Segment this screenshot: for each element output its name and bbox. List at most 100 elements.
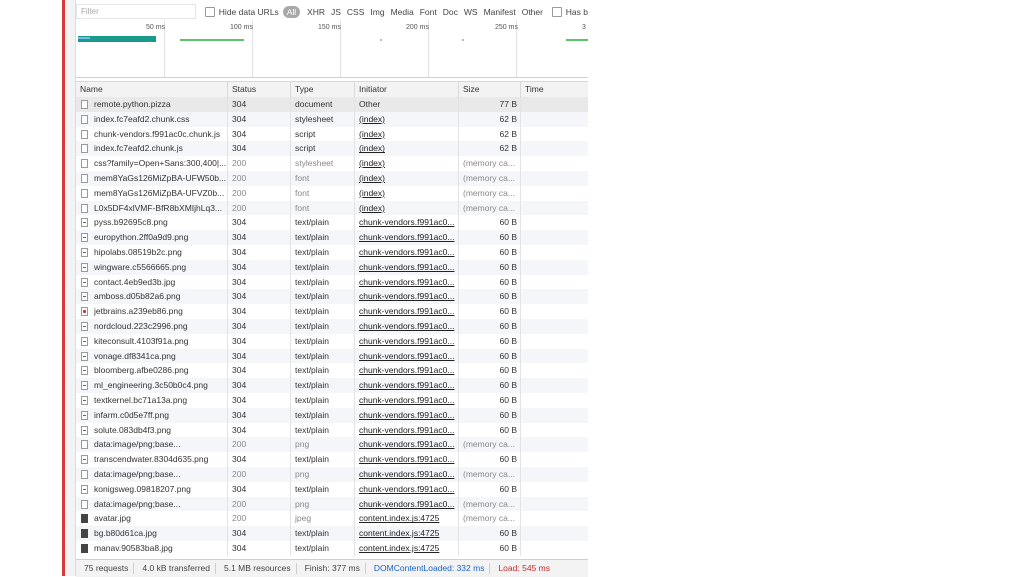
initiator-link[interactable]: chunk-vendors.f991ac0... [359,351,454,361]
initiator-link[interactable]: chunk-vendors.f991ac0... [359,380,454,390]
type-filter-ws[interactable]: WS [461,7,481,17]
request-row[interactable]: contact.4eb9ed3b.jpg 304 text/plain chunk-v… [76,274,588,290]
initiator-link[interactable]: chunk-vendors.f991ac0... [359,291,454,301]
request-row[interactable]: remote.python.pizza 304 document Other 77 B [76,97,588,112]
request-row[interactable]: chunk-vendors.f991ac0c.chunk.js 304 script… [76,126,588,142]
column-header-initiator[interactable]: Initiator [355,82,459,97]
initiator-link[interactable]: content.index.js:4725 [359,513,439,523]
initiator-link[interactable]: content.index.js:4725 [359,543,439,553]
request-name: kiteconsult.4103f91a.png [76,333,228,349]
request-row[interactable]: data:image/png;base... 200 png chunk-vendor… [76,437,588,453]
request-row[interactable]: avatar.jpg 200 jpeg content.index.js:4725 (m… [76,511,588,527]
type-filter-other[interactable]: Other [519,7,546,17]
column-header-time[interactable]: Time [521,82,588,97]
request-row[interactable]: europython.2ff0a9d9.png 304 text/plain chun… [76,230,588,245]
request-time [521,363,588,378]
overview-tick: 250 ms [495,24,518,31]
type-filter-font[interactable]: Font [417,7,440,17]
request-size: 60 B [459,215,521,231]
column-header-name[interactable]: Name [76,82,228,97]
request-row[interactable]: index.fc7eafd2.chunk.js 304 script (index) 6… [76,141,588,157]
request-row[interactable]: ml_engineering.3c50b0c4.png 304 text/plain… [76,378,588,393]
initiator-link[interactable]: chunk-vendors.f991ac0... [359,395,454,405]
initiator-link[interactable]: (index) [359,188,385,198]
initiator-link[interactable]: (index) [359,158,385,168]
initiator-link[interactable]: chunk-vendors.f991ac0... [359,247,454,257]
request-row[interactable]: konigsweg.09818207.png 304 text/plain chunk… [76,481,588,497]
column-header-type[interactable]: Type [291,82,355,97]
timeline-overview[interactable]: 50 ms 100 ms 150 ms 200 ms 250 ms 3 [76,20,588,78]
request-row[interactable]: mem8YaGs126MiZpBA-UFW50b... 200 font (index… [76,170,588,186]
initiator-link[interactable]: (index) [359,203,385,213]
request-row[interactable]: wingware.c5566665.png 304 text/plain chunk-… [76,259,588,275]
request-row[interactable]: amboss.d05b82a6.png 304 text/plain chunk-ve… [76,289,588,305]
request-row[interactable]: mem8YaGs126MiZpBA-UFVZ0b... 200 font (index… [76,185,588,201]
initiator-link[interactable]: chunk-vendors.f991ac0... [359,306,454,316]
initiator-link[interactable]: chunk-vendors.f991ac0... [359,454,454,464]
initiator-link[interactable]: (index) [359,173,385,183]
request-row[interactable]: jetbrains.a239eb86.png 304 text/plain chunk… [76,304,588,319]
type-filter-js[interactable]: JS [328,7,344,17]
initiator-link[interactable]: chunk-vendors.f991ac0... [359,336,454,346]
initiator-link[interactable]: chunk-vendors.f991ac0... [359,365,454,375]
initiator-link[interactable]: (index) [359,114,385,124]
initiator-link[interactable]: chunk-vendors.f991ac0... [359,425,454,435]
type-filter-css[interactable]: CSS [344,7,367,17]
request-row[interactable]: manav.90583ba8.jpg 304 text/plain content.i… [76,540,588,556]
initiator-link[interactable]: chunk-vendors.f991ac0... [359,277,454,287]
request-row[interactable]: solute.083db4f3.png 304 text/plain chunk-ve… [76,422,588,438]
initiator-link[interactable]: chunk-vendors.f991ac0... [359,499,454,509]
request-row[interactable]: bloomberg.afbe0286.png 304 text/plain chunk… [76,363,588,379]
request-row[interactable]: nordcloud.223c2996.png 304 text/plain chunk… [76,318,588,334]
request-initiator: Other [355,97,459,112]
request-row[interactable]: L0x5DF4xlVMF-BfR8bXMIjhLq3... 200 font (ind… [76,200,588,216]
initiator-link[interactable]: chunk-vendors.f991ac0... [359,232,454,242]
request-row[interactable]: infarm.c0d5e7ff.png 304 text/plain chunk-ve… [76,407,588,423]
initiator-link[interactable]: chunk-vendors.f991ac0... [359,439,454,449]
initiator-link[interactable]: chunk-vendors.f991ac0... [359,469,454,479]
request-status: 200 [228,170,291,186]
filter-input[interactable] [76,4,196,19]
type-filter-all[interactable]: All [282,5,301,18]
request-name: bloomberg.afbe0286.png [76,363,228,379]
type-filter-xhr[interactable]: XHR [304,7,328,17]
initiator-link[interactable]: (index) [359,143,385,153]
hide-data-urls-checkbox[interactable] [205,6,215,17]
type-filter-doc[interactable]: Doc [440,7,461,17]
request-row[interactable]: kiteconsult.4103f91a.png 304 text/plain chu… [76,333,588,349]
request-name: textkernel.bc71a13a.png [76,392,228,408]
request-time [521,437,588,452]
column-header-size[interactable]: Size [459,82,521,97]
request-type: text/plain [291,215,355,231]
column-header-status[interactable]: Status [228,82,291,97]
request-row[interactable]: hipolabs.08519b2c.png 304 text/plain chunk-… [76,244,588,260]
request-row[interactable]: data:image/png;base... 200 png chunk-vendor… [76,496,588,512]
initiator-link[interactable]: (index) [359,129,385,139]
request-initiator: chunk-vendors.f991ac0... [355,318,459,334]
request-row[interactable]: pyss.b92695c8.png 304 text/plain chunk-vend… [76,215,588,231]
has-blocked-checkbox[interactable] [551,6,562,17]
initiator-link[interactable]: chunk-vendors.f991ac0... [359,217,454,227]
request-status: 200 [228,496,291,512]
initiator-link[interactable]: chunk-vendors.f991ac0... [359,410,454,420]
request-status: 304 [228,141,291,157]
request-size: 60 B [459,481,521,497]
type-filter-media[interactable]: Media [388,7,417,17]
initiator-link[interactable]: chunk-vendors.f991ac0... [359,262,454,272]
request-row[interactable]: css?family=Open+Sans:300,400|... 200 style… [76,156,588,171]
request-time [521,482,588,497]
initiator-link[interactable]: content.index.js:4725 [359,528,439,538]
request-row[interactable]: bg.b80d61ca.jpg 304 text/plain content.inde… [76,526,588,541]
initiator-link[interactable]: chunk-vendors.f991ac0... [359,484,454,494]
initiator-link[interactable]: chunk-vendors.f991ac0... [359,321,454,331]
type-filter-img[interactable]: Img [367,7,387,17]
request-row[interactable]: index.fc7eafd2.chunk.css 304 stylesheet (in… [76,111,588,127]
request-row[interactable]: transcendwater.8304d635.png 304 text/plain… [76,452,588,467]
request-row[interactable]: textkernel.bc71a13a.png 304 text/plain chun… [76,392,588,408]
request-time [521,452,588,467]
request-row[interactable]: vonage.df8341ca.png 304 text/plain chunk-ve… [76,348,588,364]
request-initiator: content.index.js:4725 [355,511,459,527]
transferred-size: 4.0 kB transferred [134,563,216,574]
type-filter-manifest[interactable]: Manifest [481,7,519,17]
request-row[interactable]: data:image/png;base... 200 png chunk-vendor… [76,466,588,482]
